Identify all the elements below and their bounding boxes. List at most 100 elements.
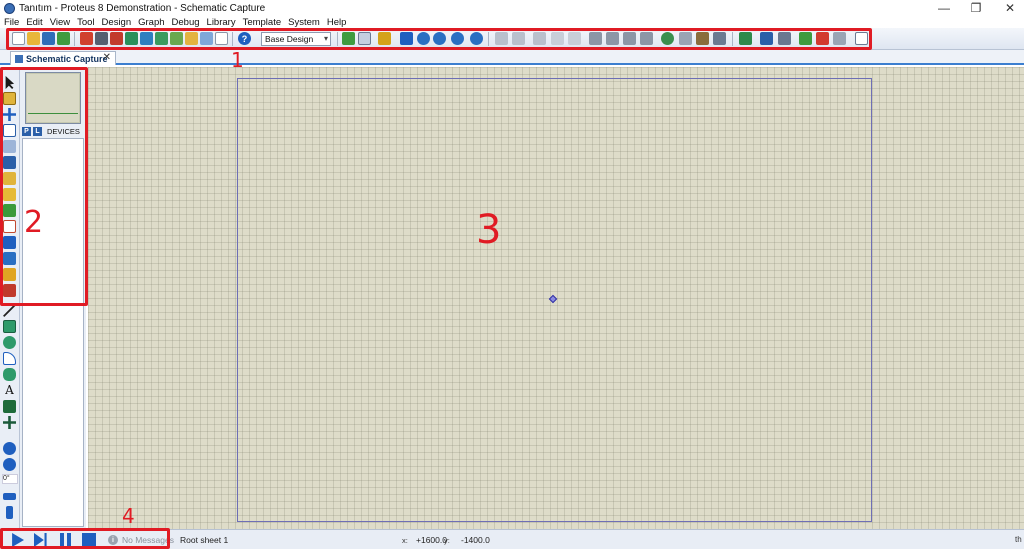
menu-file[interactable]: File	[4, 17, 19, 28]
rotation-angle-field[interactable]: 0°	[2, 474, 18, 484]
virtual-instruments-icon[interactable]	[3, 284, 16, 297]
2d-text-icon[interactable]: A	[3, 384, 16, 397]
menu-graph[interactable]: Graph	[138, 17, 164, 28]
block-move-icon[interactable]	[606, 32, 619, 45]
menu-help[interactable]: Help	[327, 17, 347, 28]
mirror-vertical-icon[interactable]	[6, 506, 13, 519]
block-rotate-icon[interactable]	[623, 32, 636, 45]
open-folder-icon[interactable]	[27, 32, 40, 45]
buses-icon[interactable]	[3, 156, 16, 169]
electrical-rules-icon[interactable]	[855, 32, 868, 45]
document-icon[interactable]	[215, 32, 228, 45]
voltage-probe-icon[interactable]	[3, 268, 16, 281]
tab-schematic-capture[interactable]: Schematic Capture ✕	[10, 51, 116, 65]
terminals-icon[interactable]	[3, 188, 16, 201]
play-icon[interactable]	[12, 533, 24, 547]
rotate-anticlockwise-icon[interactable]	[3, 458, 16, 471]
menu-design[interactable]: Design	[102, 17, 132, 28]
2d-path-icon[interactable]	[3, 368, 16, 381]
tape-recorder-icon[interactable]	[3, 236, 16, 249]
origin-icon[interactable]	[378, 32, 391, 45]
new-file-icon[interactable]	[12, 32, 25, 45]
2d-marker-icon[interactable]	[3, 416, 16, 429]
gerber-icon[interactable]	[125, 32, 138, 45]
overview-window[interactable]	[25, 72, 81, 124]
packaging-tool-icon[interactable]	[696, 32, 709, 45]
source-code-icon[interactable]	[185, 32, 198, 45]
search-tag-icon[interactable]	[760, 32, 773, 45]
x-coordinate-value: +1600.0	[416, 535, 447, 545]
save-icon[interactable]	[42, 32, 55, 45]
step-icon[interactable]	[34, 533, 47, 547]
grid-toggle-icon[interactable]	[358, 32, 371, 45]
block-copy-icon[interactable]	[589, 32, 602, 45]
menu-edit[interactable]: Edit	[26, 17, 42, 28]
zoom-out-icon[interactable]	[433, 32, 446, 45]
cut-icon[interactable]	[533, 32, 546, 45]
subcircuit-icon[interactable]	[3, 172, 16, 185]
2d-box-icon[interactable]	[3, 320, 16, 333]
2d-arc-icon[interactable]	[3, 352, 16, 365]
menu-system[interactable]: System	[288, 17, 320, 28]
menu-view[interactable]: View	[50, 17, 70, 28]
zoom-all-icon[interactable]	[451, 32, 464, 45]
2d-circle-icon[interactable]	[3, 336, 16, 349]
wire-autorouter-icon[interactable]	[739, 32, 752, 45]
exit-to-parent-icon[interactable]	[833, 32, 846, 45]
pick-device-icon[interactable]	[661, 32, 674, 45]
design-explorer-icon[interactable]	[155, 32, 168, 45]
new-sheet-icon[interactable]	[799, 32, 812, 45]
stop-icon[interactable]	[82, 533, 96, 547]
toolbar-separator	[488, 32, 489, 46]
junction-dot-icon[interactable]	[3, 108, 16, 121]
close-window-button[interactable]: ✕	[990, 0, 1024, 16]
pan-icon[interactable]	[400, 32, 413, 45]
zoom-in-icon[interactable]	[417, 32, 430, 45]
menu-debug[interactable]: Debug	[172, 17, 200, 28]
menu-tool[interactable]: Tool	[77, 17, 94, 28]
block-delete-icon[interactable]	[640, 32, 653, 45]
device-list[interactable]	[22, 138, 84, 527]
component-mode-icon[interactable]	[3, 92, 16, 105]
selection-mode-icon[interactable]	[5, 76, 15, 89]
rotate-clockwise-icon[interactable]	[3, 442, 16, 455]
3d-view-icon[interactable]	[140, 32, 153, 45]
refresh-icon[interactable]	[342, 32, 355, 45]
2d-line-icon[interactable]	[3, 304, 16, 317]
home-icon[interactable]	[80, 32, 93, 45]
message-status[interactable]: No Messages	[122, 535, 174, 545]
schematic-canvas[interactable]	[88, 67, 1024, 529]
mirror-horizontal-icon[interactable]	[3, 493, 16, 500]
undo-icon[interactable]	[495, 32, 508, 45]
decompose-icon[interactable]	[713, 32, 726, 45]
overview-sheet-outline	[28, 113, 78, 121]
zoom-area-icon[interactable]	[470, 32, 483, 45]
device-pins-icon[interactable]	[3, 204, 16, 217]
wire-label-icon[interactable]	[3, 124, 16, 137]
redo-icon[interactable]	[512, 32, 525, 45]
pick-from-library-button[interactable]: P	[22, 126, 31, 136]
library-manager-button[interactable]: L	[33, 126, 42, 136]
remove-sheet-icon[interactable]	[816, 32, 829, 45]
units-indicator[interactable]: th	[1015, 535, 1022, 544]
import-icon[interactable]	[57, 32, 70, 45]
schematic-icon[interactable]	[95, 32, 108, 45]
project-notes-icon[interactable]	[200, 32, 213, 45]
help-icon[interactable]: ?	[238, 32, 251, 45]
bom-icon[interactable]	[170, 32, 183, 45]
menu-library[interactable]: Library	[207, 17, 236, 28]
paste-icon[interactable]	[568, 32, 581, 45]
property-assignment-icon[interactable]	[778, 32, 791, 45]
generator-mode-icon[interactable]	[3, 252, 16, 265]
text-script-icon[interactable]	[3, 140, 16, 153]
2d-symbol-icon[interactable]	[3, 400, 16, 413]
copy-icon[interactable]	[551, 32, 564, 45]
menu-template[interactable]: Template	[243, 17, 282, 28]
make-device-icon[interactable]	[679, 32, 692, 45]
pcb-layout-icon[interactable]	[110, 32, 123, 45]
design-variant-select[interactable]: Base Design ▾	[261, 32, 331, 46]
pause-icon[interactable]	[58, 533, 72, 547]
graph-mode-icon[interactable]	[3, 220, 16, 233]
app-icon	[4, 2, 15, 14]
close-tab-icon[interactable]: ✕	[103, 52, 111, 63]
